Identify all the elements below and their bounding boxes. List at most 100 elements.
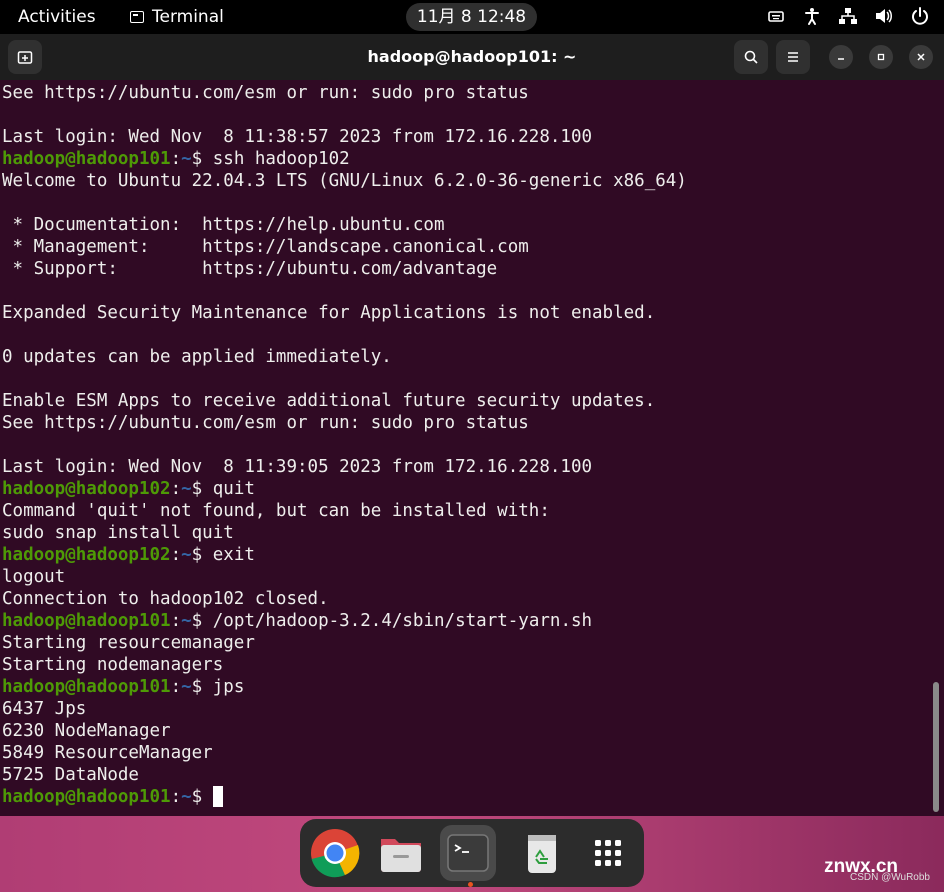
prompt-separator: :: [170, 787, 182, 807]
terminal-output-line: Connection to hadoop102 closed.: [2, 589, 329, 609]
watermark-sub: CSDN @WuRobb: [850, 872, 930, 883]
prompt-user: hadoop@hadoop102: [2, 545, 171, 565]
restore-icon: [877, 53, 885, 61]
terminal-output[interactable]: See https://ubuntu.com/esm or run: sudo …: [2, 82, 922, 814]
terminal-output-line: 5725 DataNode: [2, 765, 139, 785]
terminal-launcher[interactable]: [440, 825, 496, 881]
chrome-icon: [311, 829, 360, 878]
top-bar: Activities Terminal 11月 8 12:48: [0, 0, 944, 34]
terminal-output-line: Starting nodemanagers: [2, 655, 224, 675]
files-launcher[interactable]: [373, 825, 429, 881]
volume-icon[interactable]: [874, 6, 894, 26]
app-menu-button[interactable]: Terminal: [130, 7, 224, 27]
running-indicator: [468, 882, 473, 887]
show-apps-icon: [595, 840, 621, 866]
accessibility-icon[interactable]: [802, 6, 822, 26]
terminal-output-line: * Documentation: https://help.ubuntu.com: [2, 215, 445, 235]
terminal-prompt-line: hadoop@hadoop101:~$ jps: [2, 676, 922, 698]
scrollbar[interactable]: [933, 682, 939, 812]
trash-launcher[interactable]: [514, 825, 570, 881]
terminal-output-line: Starting resourcemanager: [2, 633, 255, 653]
terminal-prompt-line: hadoop@hadoop102:~$ exit: [2, 544, 922, 566]
dock: [300, 819, 644, 887]
terminal-output-line: Last login: Wed Nov 8 11:38:57 2023 from…: [2, 127, 593, 147]
search-button[interactable]: [734, 40, 768, 74]
terminal-prompt-line: hadoop@hadoop101:~$ /opt/hadoop-3.2.4/sb…: [2, 610, 922, 632]
terminal-output-line: sudo snap install quit: [2, 523, 234, 543]
terminal-output-line: Command 'quit' not found, but can be ins…: [2, 501, 550, 521]
prompt-user: hadoop@hadoop101: [2, 149, 171, 169]
prompt-dollar: $: [191, 677, 203, 697]
terminal-output-line: Expanded Security Maintenance for Applic…: [2, 303, 656, 323]
prompt-path: ~: [181, 149, 192, 169]
text-cursor: [212, 786, 223, 807]
maximize-button[interactable]: [869, 45, 893, 69]
prompt-separator: :: [170, 479, 182, 499]
close-icon: [917, 53, 925, 61]
prompt-user: hadoop@hadoop101: [2, 611, 171, 631]
terminal-output-line: See https://ubuntu.com/esm or run: sudo …: [2, 83, 529, 103]
command-text: exit: [202, 545, 255, 565]
prompt-dollar: $: [191, 479, 203, 499]
system-tray[interactable]: [766, 6, 930, 26]
terminal-output-line: 5849 ResourceManager: [2, 743, 213, 763]
prompt-dollar: $: [191, 787, 203, 807]
terminal-prompt-line: hadoop@hadoop102:~$ quit: [2, 478, 922, 500]
terminal-output-line: * Support: https://ubuntu.com/advantage: [2, 259, 498, 279]
prompt-path: ~: [181, 479, 192, 499]
prompt-separator: :: [170, 677, 182, 697]
command-text: ssh hadoop102: [202, 149, 350, 169]
terminal-output-line: 0 updates can be applied immediately.: [2, 347, 392, 367]
prompt-path: ~: [181, 545, 192, 565]
menu-button[interactable]: [776, 40, 810, 74]
terminal-output-line: Welcome to Ubuntu 22.04.3 LTS (GNU/Linux…: [2, 171, 687, 191]
prompt-path: ~: [181, 677, 192, 697]
prompt-dollar: $: [191, 611, 203, 631]
app-name: Terminal: [152, 7, 224, 27]
terminal-output-line: 6437 Jps: [2, 699, 87, 719]
power-icon[interactable]: [910, 6, 930, 26]
header-bar: hadoop@hadoop101: ~: [0, 34, 944, 80]
command-text: jps: [202, 677, 245, 697]
show-apps-button[interactable]: [580, 825, 636, 881]
trash-icon: [528, 835, 556, 873]
prompt-separator: :: [170, 545, 182, 565]
terminal-prompt-line: hadoop@hadoop101:~$ ssh hadoop102: [2, 148, 922, 170]
terminal-small-icon: [130, 11, 144, 23]
command-text: /opt/hadoop-3.2.4/sbin/start-yarn.sh: [202, 611, 593, 631]
prompt-path: ~: [181, 787, 192, 807]
minimize-icon: [838, 58, 844, 60]
command-text: [202, 787, 213, 807]
network-icon[interactable]: [838, 6, 858, 26]
terminal-output-line: 6230 NodeManager: [2, 721, 171, 741]
search-icon: [744, 50, 758, 64]
close-button[interactable]: [909, 45, 933, 69]
prompt-path: ~: [181, 611, 192, 631]
prompt-separator: :: [170, 611, 182, 631]
prompt-dollar: $: [191, 545, 203, 565]
clock-button[interactable]: 11月 8 12:48: [406, 3, 537, 31]
activities-button[interactable]: Activities: [18, 7, 96, 27]
prompt-dollar: $: [191, 149, 203, 169]
prompt-user: hadoop@hadoop101: [2, 677, 171, 697]
terminal-output-line: * Management: https://landscape.canonica…: [2, 237, 529, 257]
hamburger-menu-icon: [788, 52, 798, 62]
files-icon: [381, 839, 421, 872]
prompt-separator: :: [170, 149, 182, 169]
terminal-output-line: logout: [2, 567, 66, 587]
prompt-user: hadoop@hadoop102: [2, 479, 171, 499]
minimize-button[interactable]: [829, 45, 853, 69]
terminal-icon: [447, 834, 489, 872]
terminal-output-line: Last login: Wed Nov 8 11:39:05 2023 from…: [2, 457, 593, 477]
terminal-output-line: Enable ESM Apps to receive additional fu…: [2, 391, 656, 411]
keyboard-icon[interactable]: [766, 6, 786, 26]
chrome-launcher[interactable]: [307, 825, 363, 881]
terminal-output-line: See https://ubuntu.com/esm or run: sudo …: [2, 413, 529, 433]
terminal-window: hadoop@hadoop101: ~ See https://ubuntu.c…: [0, 34, 944, 816]
